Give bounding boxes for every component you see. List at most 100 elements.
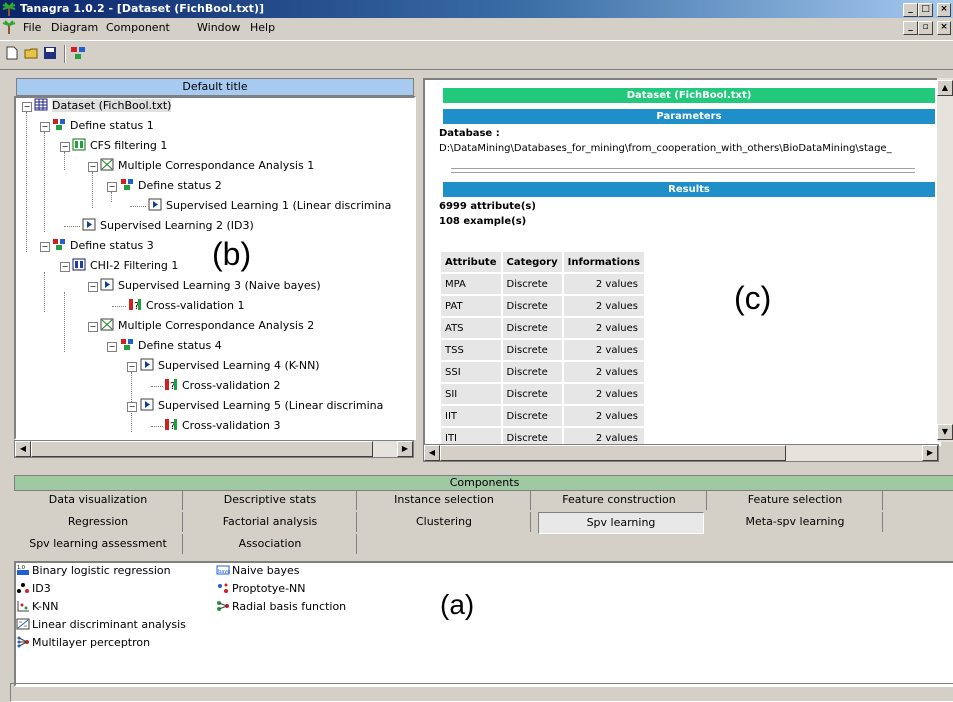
diagram-title-header[interactable]: Default title xyxy=(16,78,414,96)
tree-node-cross-validation-3[interactable]: ? Cross-validation 3 xyxy=(164,418,280,434)
scroll-thumb[interactable] xyxy=(440,445,786,461)
tab-feature-construction[interactable]: Feature construction xyxy=(532,490,707,510)
component-multilayer-perceptron[interactable]: Multilayer perceptron xyxy=(16,636,150,649)
tab-descriptive-stats[interactable]: Descriptive stats xyxy=(184,490,357,510)
save-disk-icon[interactable] xyxy=(42,46,58,60)
collapse-toggle[interactable]: − xyxy=(22,102,32,112)
collapse-toggle[interactable]: − xyxy=(40,242,50,252)
tree-node-label: Dataset (FichBool.txt) xyxy=(52,99,172,112)
component-k-nn[interactable]: K-NN xyxy=(16,600,59,613)
cell-info: 2 values xyxy=(561,338,646,362)
tree-node-label: Supervised Learning 4 (K-NN) xyxy=(158,359,320,372)
collapse-toggle[interactable]: − xyxy=(127,362,137,372)
tab-instance-selection[interactable]: Instance selection xyxy=(358,490,531,510)
component-binary-logistic-regression[interactable]: 1.0 Binary logistic regression xyxy=(16,564,171,577)
scroll-up-icon[interactable]: ▲ xyxy=(937,80,953,96)
tab-spv-learning-assessment[interactable]: Spv learning assessment xyxy=(14,534,183,554)
tree-node-supervised-learning-5[interactable]: Supervised Learning 5 (Linear discrimina xyxy=(140,398,383,414)
collapse-toggle[interactable]: − xyxy=(88,282,98,292)
report-horizontal-scrollbar[interactable]: ◀ ▶ xyxy=(423,444,939,462)
tree-node-chi2-filtering-1[interactable]: CHI-2 Filtering 1 xyxy=(72,258,178,274)
tree-node-define-status-1[interactable]: Define status 1 xyxy=(52,118,154,134)
supervised-learning-icon xyxy=(140,358,154,371)
report-pane[interactable]: Dataset (FichBool.txt) Parameters Databa… xyxy=(423,78,941,446)
menu-window[interactable]: Window xyxy=(197,21,240,34)
tree-node-supervised-learning-4[interactable]: Supervised Learning 4 (K-NN) xyxy=(140,358,320,374)
cross-validation-icon: ? xyxy=(165,379,177,391)
minimize-button[interactable]: _ xyxy=(903,3,918,17)
menu-diagram[interactable]: Diagram xyxy=(51,21,98,34)
scroll-left-icon[interactable]: ◀ xyxy=(424,445,440,461)
tab-data-visualization[interactable]: Data visualization xyxy=(14,490,183,510)
tree-node-define-status-2[interactable]: Define status 2 xyxy=(120,178,222,194)
mdi-close-button[interactable]: × xyxy=(937,21,951,35)
collapse-toggle[interactable]: − xyxy=(60,262,70,272)
tab-regression[interactable]: Regression xyxy=(14,512,183,532)
menu-component[interactable]: Component xyxy=(106,21,170,34)
tree-node-cfs-filtering-1[interactable]: CFS filtering 1 xyxy=(72,138,167,154)
scroll-left-icon[interactable]: ◀ xyxy=(15,441,31,457)
tab-clustering[interactable]: Clustering xyxy=(358,512,531,532)
naive-bayes-icon: bayes xyxy=(216,565,230,575)
table-row: ATS Discrete 2 values xyxy=(439,316,646,340)
cell-info: 2 values xyxy=(561,272,646,296)
component-linear-discriminant-analysis[interactable]: Linear discriminant analysis xyxy=(16,618,186,631)
tab-factorial-analysis[interactable]: Factorial analysis xyxy=(184,512,357,532)
tree-node-mca-1[interactable]: Multiple Correspondance Analysis 1 xyxy=(100,158,314,174)
tree-node-cross-validation-1[interactable]: ? Cross-validation 1 xyxy=(128,298,244,314)
collapse-toggle[interactable]: − xyxy=(127,402,137,412)
tree-node-supervised-learning-2[interactable]: Supervised Learning 2 (ID3) xyxy=(82,218,254,234)
component-label: Radial basis function xyxy=(232,600,347,613)
collapse-toggle[interactable]: − xyxy=(88,162,98,172)
tree-node-label: Define status 1 xyxy=(70,119,154,132)
annotation-label-a: (a) xyxy=(440,589,475,620)
tree-node-supervised-learning-3[interactable]: Supervised Learning 3 (Naive bayes) xyxy=(100,278,321,294)
tab-association[interactable]: Association xyxy=(184,534,357,554)
maximize-button[interactable]: □ xyxy=(918,3,933,17)
component-icon[interactable] xyxy=(70,46,86,60)
tree-node-mca-2[interactable]: Multiple Correspondance Analysis 2 xyxy=(100,318,314,334)
component-naive-bayes[interactable]: bayesNaive bayes xyxy=(216,564,300,577)
scroll-right-icon[interactable]: ▶ xyxy=(397,441,413,457)
cell-category: Discrete xyxy=(500,338,564,362)
tree-node-define-status-4[interactable]: Define status 4 xyxy=(120,338,222,354)
parameters-band: Parameters xyxy=(443,109,935,124)
scroll-down-icon[interactable]: ▼ xyxy=(937,424,953,440)
col-header-attribute: Attribute xyxy=(439,250,503,274)
tree-node-dataset[interactable]: Dataset (FichBool.txt) xyxy=(34,98,172,114)
collapse-toggle[interactable]: − xyxy=(107,182,117,192)
component-id3[interactable]: ID3 xyxy=(16,582,51,595)
close-button[interactable]: × xyxy=(937,3,951,17)
svg-text:bayes: bayes xyxy=(218,569,230,575)
menu-help[interactable]: Help xyxy=(250,21,275,34)
component-prototype-nn[interactable]: Proptotye-NN xyxy=(216,582,306,595)
tab-feature-selection[interactable]: Feature selection xyxy=(708,490,883,510)
collapse-toggle[interactable]: − xyxy=(40,122,50,132)
tab-meta-spv-learning[interactable]: Meta-spv learning xyxy=(708,512,883,532)
components-list-pane: 1.0 Binary logistic regression bayesNaive… xyxy=(14,561,953,687)
dataset-title-band: Dataset (FichBool.txt) xyxy=(443,88,935,103)
diagram-tree-pane[interactable]: − Dataset (FichBool.txt) − Define status… xyxy=(14,96,416,440)
cell-info: 2 values xyxy=(561,404,646,428)
scroll-right-icon[interactable]: ▶ xyxy=(922,445,938,461)
tree-node-cross-validation-2[interactable]: ? Cross-validation 2 xyxy=(164,378,280,394)
tab-spv-learning[interactable]: Spv learning xyxy=(538,512,704,534)
collapse-toggle[interactable]: − xyxy=(88,322,98,332)
tree-node-define-status-3[interactable]: Define status 3 xyxy=(52,238,154,254)
report-vertical-scrollbar[interactable]: ▲ ▼ xyxy=(937,78,953,442)
define-status-icon xyxy=(53,119,65,130)
tree-node-label: CHI-2 Filtering 1 xyxy=(90,259,179,272)
mdi-minimize-button[interactable]: _ xyxy=(903,21,918,35)
component-radial-basis-function[interactable]: Radial basis function xyxy=(216,600,346,613)
scroll-thumb[interactable] xyxy=(31,441,373,457)
tree-horizontal-scrollbar[interactable]: ◀ ▶ xyxy=(14,440,414,458)
open-folder-icon[interactable] xyxy=(24,46,40,60)
collapse-toggle[interactable]: − xyxy=(107,342,117,352)
tree-node-supervised-learning-1[interactable]: Supervised Learning 1 (Linear discrimina xyxy=(148,198,391,214)
mlp-icon xyxy=(17,636,29,648)
annotation-label-b: (b) xyxy=(212,236,252,272)
collapse-toggle[interactable]: − xyxy=(60,142,70,152)
mdi-restore-button[interactable]: ▫ xyxy=(918,21,933,35)
new-file-icon[interactable] xyxy=(4,46,20,60)
menu-file[interactable]: File xyxy=(23,21,41,34)
